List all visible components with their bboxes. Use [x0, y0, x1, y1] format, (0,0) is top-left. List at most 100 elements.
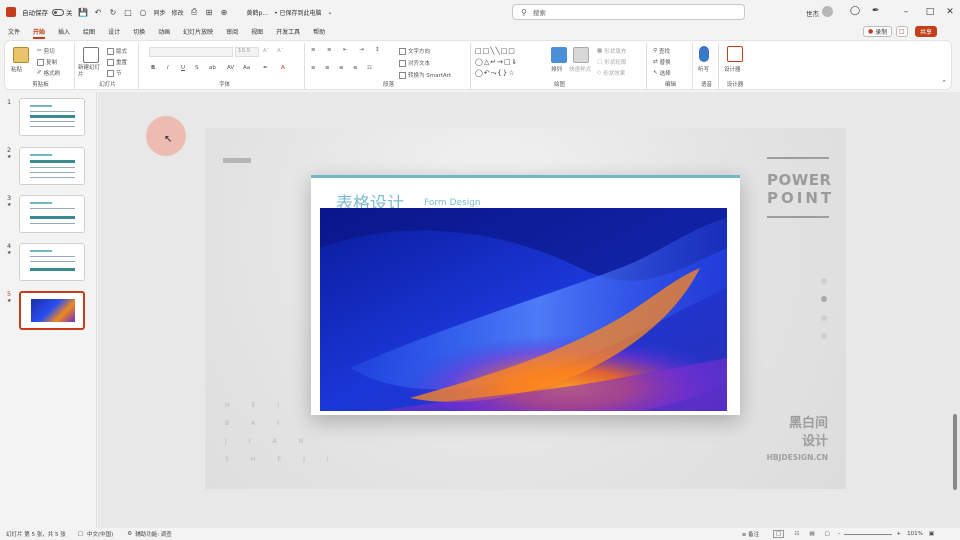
undo-icon[interactable]: ↶: [94, 8, 103, 17]
arrange-icon[interactable]: [551, 47, 567, 63]
share-button[interactable]: 共享: [915, 26, 938, 37]
grow-font-icon[interactable]: A˄: [263, 48, 270, 54]
align-center-icon[interactable]: ≡: [325, 65, 330, 71]
italic-button[interactable]: I: [167, 65, 169, 71]
tab-design[interactable]: 设计: [108, 27, 120, 36]
highlight-icon[interactable]: ✒: [263, 65, 268, 71]
bullets-icon[interactable]: ≡: [311, 47, 316, 53]
justify-icon[interactable]: ≡: [353, 65, 358, 71]
accessibility-status[interactable]: 辅助功能: 调查: [135, 530, 172, 538]
sync-button[interactable]: 同步: [154, 8, 166, 17]
arrange-button[interactable]: 排列: [551, 65, 562, 73]
doc-name[interactable]: 黄鹤p...: [247, 8, 269, 17]
insert-icon[interactable]: ⊞: [205, 8, 214, 17]
scrollbar-thumb[interactable]: [953, 414, 957, 490]
shapes-gallery-row2[interactable]: ◯△↵→□⇓: [475, 58, 543, 66]
layout-button[interactable]: 版式: [107, 47, 127, 55]
spelling-icon[interactable]: □: [78, 531, 83, 537]
designer-button[interactable]: 设计器: [724, 65, 741, 73]
zoom-level[interactable]: 101%: [907, 531, 923, 537]
paste-icon[interactable]: [13, 47, 29, 63]
tab-developer[interactable]: 开发工具: [276, 27, 300, 36]
text-direction-button[interactable]: 文字方向: [399, 47, 430, 55]
language[interactable]: 中文(中国): [87, 530, 113, 538]
designer-icon[interactable]: [727, 46, 743, 62]
tab-animations[interactable]: 动画: [158, 27, 170, 36]
print-icon[interactable]: ⎙: [190, 7, 199, 17]
tab-file[interactable]: 文件: [8, 27, 20, 36]
font-size-box[interactable]: 10.5: [235, 47, 259, 57]
shape-effects-button[interactable]: ◇ 形状效果: [597, 69, 625, 77]
slide-thumbnail-5[interactable]: [19, 291, 85, 330]
comments-button[interactable]: □: [896, 26, 908, 37]
collapse-ribbon-icon[interactable]: ⌃: [941, 79, 947, 87]
tab-home[interactable]: 开始: [33, 27, 46, 39]
underline-button[interactable]: U: [181, 65, 185, 71]
from-beginning-icon[interactable]: □: [124, 8, 133, 17]
numbering-icon[interactable]: ≡: [327, 47, 332, 53]
select-button[interactable]: ↖ 选择: [653, 69, 671, 77]
smartart-button[interactable]: 转换为 SmartArt: [399, 71, 451, 79]
normal-view-icon[interactable]: □: [773, 530, 785, 538]
shapes-gallery[interactable]: □□╲╲□□: [475, 47, 543, 55]
align-text-button[interactable]: 对齐文本: [399, 59, 430, 67]
paste-button[interactable]: 粘贴: [11, 65, 22, 73]
record-button[interactable]: ● 录制: [863, 26, 893, 37]
dictate-button[interactable]: 听写: [698, 65, 709, 73]
zoom-out-icon[interactable]: –: [838, 531, 841, 537]
columns-icon[interactable]: ☷: [367, 65, 372, 71]
format-painter-button[interactable]: ✐ 格式刷: [37, 69, 60, 77]
hero-image[interactable]: [320, 208, 727, 411]
slide-thumbnail-3[interactable]: [19, 195, 85, 233]
reading-view-icon[interactable]: ▤: [809, 531, 814, 537]
new-slide-button[interactable]: 新建幻灯片: [78, 65, 104, 79]
tab-help[interactable]: 帮助: [313, 27, 325, 36]
quick-styles-button[interactable]: 快速样式: [569, 65, 591, 73]
strikethrough-button[interactable]: ab: [209, 65, 216, 71]
microphone-icon[interactable]: [699, 46, 709, 62]
autosave-toggle[interactable]: [52, 8, 64, 16]
doc-status[interactable]: • 已保存到此电脑: [274, 8, 321, 17]
tab-slideshow[interactable]: 幻灯片放映: [183, 27, 213, 36]
change-case-button[interactable]: Aa: [243, 65, 250, 71]
user-name[interactable]: 世杰: [806, 8, 819, 18]
align-right-icon[interactable]: ≡: [339, 65, 344, 71]
accessibility-icon[interactable]: ⚙: [127, 531, 132, 537]
quick-styles-icon[interactable]: [573, 47, 589, 63]
tab-transitions[interactable]: 切换: [133, 27, 145, 36]
close-button[interactable]: ✕: [936, 0, 960, 24]
search-box[interactable]: ⚲ 搜索: [512, 4, 745, 20]
more-quick-icon[interactable]: ○: [139, 8, 148, 17]
search-input[interactable]: 搜索: [533, 7, 546, 17]
redo-icon[interactable]: ↻: [109, 8, 118, 17]
zoom-in-icon[interactable]: +: [896, 531, 901, 537]
avatar[interactable]: [822, 6, 833, 17]
chevron-down-icon[interactable]: ⌄: [328, 9, 333, 16]
shadow-button[interactable]: S: [195, 65, 199, 71]
cut-button[interactable]: ✂ 剪切: [37, 47, 55, 55]
bold-button[interactable]: B: [151, 65, 155, 71]
slide-thumbnail-1[interactable]: [19, 98, 85, 136]
new-slide-icon[interactable]: [83, 47, 99, 63]
bulb-icon[interactable]: ◯: [850, 6, 860, 16]
increase-indent-icon[interactable]: ⇥: [359, 47, 364, 53]
reset-button[interactable]: 重置: [107, 58, 127, 66]
changes-button[interactable]: 修改: [172, 8, 184, 17]
tab-review[interactable]: 审阅: [226, 27, 238, 36]
slideshow-icon[interactable]: ▢: [825, 531, 830, 537]
slide-thumbnail-2[interactable]: [19, 147, 85, 185]
pen-icon[interactable]: ✒: [872, 6, 880, 16]
shapes-gallery-row3[interactable]: ◯↶⤳{}☆: [475, 69, 543, 78]
fit-to-window-icon[interactable]: ▣: [929, 531, 934, 537]
save-icon[interactable]: 💾: [78, 8, 88, 17]
tab-view[interactable]: 视图: [251, 27, 263, 36]
slide-sorter-icon[interactable]: ☷: [794, 531, 799, 537]
tab-insert[interactable]: 插入: [58, 27, 70, 36]
replace-button[interactable]: ⇄ 替换: [653, 58, 671, 66]
shape-fill-button[interactable]: ■ 形状填充: [597, 47, 626, 55]
slide-subtitle[interactable]: Form Design: [424, 198, 481, 208]
zoom-slider[interactable]: [844, 533, 893, 535]
find-button[interactable]: ⚲ 查找: [653, 47, 670, 55]
line-spacing-icon[interactable]: ↕: [375, 47, 380, 53]
slide-thumbnail-4[interactable]: [19, 243, 85, 281]
